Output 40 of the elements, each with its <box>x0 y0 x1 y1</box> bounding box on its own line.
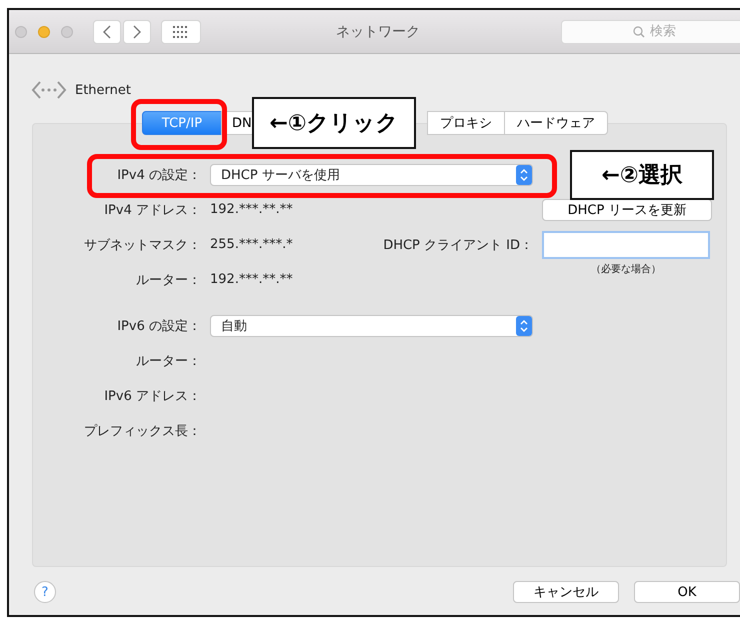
stepper-icon <box>516 164 532 184</box>
annotation-callout: ←①クリック <box>252 97 416 149</box>
field-value: 255.***.***.* <box>210 237 293 252</box>
annotation-callout: ←②選択 <box>570 150 714 200</box>
dialog-button[interactable]: OK <box>634 581 740 603</box>
chevron-right-icon <box>132 24 142 40</box>
field-value: 192.***.**.** <box>210 272 293 287</box>
tab[interactable]: プロキシ <box>426 111 505 135</box>
show-all-button[interactable] <box>161 20 201 44</box>
field-label: DHCP クライアント ID： <box>383 236 533 254</box>
zoom-button[interactable] <box>61 26 73 38</box>
tab[interactable]: ハードウェア <box>504 111 608 135</box>
renew-lease-button[interactable]: DHCP リースを更新 <box>542 198 712 220</box>
stepper-icon <box>516 316 532 336</box>
field-label: プレフィックス長： <box>83 422 201 440</box>
field-label: サブネットマスク： <box>83 236 201 254</box>
search-field[interactable]: 検索 <box>561 20 740 44</box>
hint-text: （必要な場合） <box>590 262 662 276</box>
field-label: IPv4 アドレス： <box>103 202 201 218</box>
close-button[interactable] <box>15 26 27 38</box>
search-icon <box>633 26 645 38</box>
grid-icon <box>173 26 189 38</box>
dialog-button[interactable]: キャンセル <box>513 581 619 603</box>
ethernet-icon <box>31 80 67 100</box>
popup-button[interactable]: DHCP サーバを使用 <box>210 164 533 186</box>
field-label: ルーター： <box>135 352 201 370</box>
client-id-field[interactable] <box>542 230 710 258</box>
forward-button[interactable] <box>123 20 151 44</box>
minimize-button[interactable] <box>38 26 50 38</box>
field-label: ルーター： <box>135 272 201 288</box>
field-label: IPv6 アドレス： <box>103 388 201 404</box>
back-button[interactable] <box>93 20 121 44</box>
field-label: IPv6 の設定： <box>116 318 201 334</box>
field-value: 192.***.**.** <box>210 202 293 217</box>
field-label: IPv4 の設定： <box>116 166 201 184</box>
popup-button[interactable]: 自動 <box>210 314 533 336</box>
service-name: Ethernet <box>75 82 131 98</box>
window-title: ネットワーク <box>335 22 421 40</box>
help-button[interactable]: ? <box>34 581 56 603</box>
chevron-left-icon <box>102 24 112 40</box>
